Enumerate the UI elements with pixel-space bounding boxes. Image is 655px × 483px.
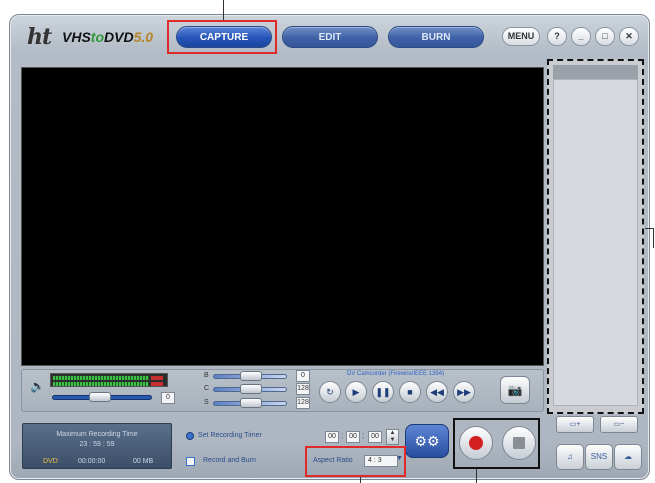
volume-slider[interactable]: [52, 392, 152, 402]
level-left-peak: [151, 376, 163, 380]
speaker-icon[interactable]: 🔊: [30, 379, 45, 393]
fast-forward-button[interactable]: ▶▶: [453, 381, 475, 403]
logo-version: 5.0: [133, 29, 154, 45]
elapsed-time: 00:00:00: [78, 458, 106, 465]
brightness-thumb[interactable]: [240, 371, 262, 381]
clip-list-area[interactable]: [553, 79, 638, 406]
level-left: [53, 376, 149, 380]
record-icon: [469, 436, 483, 450]
stop-icon: [513, 437, 525, 449]
recording-time-value: 23 : 59 : 59: [79, 441, 115, 448]
contrast-value: 128: [296, 383, 310, 395]
add-clip-button[interactable]: ▭+: [556, 416, 594, 433]
audio-level-meter: [50, 373, 168, 387]
record-button[interactable]: [459, 426, 493, 460]
settings-gear-icon[interactable]: ⚙⚙: [405, 424, 449, 458]
level-right: [53, 382, 149, 386]
cloud-icon[interactable]: ☁: [614, 444, 642, 470]
timer-sep: :: [362, 431, 365, 440]
stop-record-button[interactable]: [502, 426, 536, 460]
brightness-label: B: [204, 372, 209, 379]
saturation-thumb[interactable]: [240, 398, 262, 408]
menu-button[interactable]: MENU: [502, 27, 540, 46]
saturation-value: 128: [296, 397, 310, 409]
aspect-ratio-select[interactable]: 4 : 3: [364, 455, 398, 467]
contrast-thumb[interactable]: [240, 384, 262, 394]
timer-spin-button[interactable]: ▲ ▼: [386, 429, 399, 445]
callout-line: [360, 477, 361, 483]
volume-value: 0: [161, 392, 175, 404]
device-label: DV Camcorder (Firewire/IEEE 1394): [347, 371, 445, 377]
callout-line: [476, 469, 477, 483]
brightness-value: 0: [296, 370, 310, 382]
contrast-slider[interactable]: [213, 384, 287, 394]
clip-list-panel[interactable]: [547, 59, 644, 414]
rewind-button[interactable]: ◀◀: [426, 381, 448, 403]
level-right-peak: [151, 382, 163, 386]
snapshot-camera-icon[interactable]: 📷: [500, 376, 530, 404]
close-button[interactable]: ✕: [619, 27, 639, 46]
timer-minutes[interactable]: 00: [346, 431, 360, 443]
output-format: DVD: [43, 458, 58, 465]
refresh-button[interactable]: ↻: [319, 381, 341, 403]
set-timer-label: Set Recording Timer: [198, 432, 262, 439]
music-icon[interactable]: ♫: [556, 444, 584, 470]
callout-line: [653, 228, 654, 248]
volume-thumb[interactable]: [89, 392, 111, 402]
play-button[interactable]: ▶: [345, 381, 367, 403]
saturation-label: S: [204, 399, 209, 406]
timer-seconds[interactable]: 00: [368, 431, 382, 443]
logo-to: to: [90, 29, 105, 45]
pause-button[interactable]: ❚❚: [372, 381, 394, 403]
logo-dvd: DVD: [104, 29, 134, 45]
aspect-ratio-value: 4 : 3: [368, 457, 382, 464]
tab-capture[interactable]: CAPTURE: [176, 26, 272, 48]
recording-time-title: Maximum Recording Time: [56, 431, 138, 438]
saturation-slider[interactable]: [213, 398, 287, 408]
help-button[interactable]: ?: [547, 27, 567, 46]
record-burn-label: Record and Burn: [203, 457, 256, 464]
remove-clip-button[interactable]: ▭−: [600, 416, 638, 433]
chevron-down-icon[interactable]: ▼: [396, 455, 403, 462]
recording-time-panel: Maximum Recording Time 23 : 59 : 59 DVD …: [22, 423, 172, 469]
output-size: 00 MB: [133, 458, 154, 465]
app-logo: VHStoDVD5.0: [62, 29, 153, 45]
maximize-button[interactable]: □: [595, 27, 615, 46]
brightness-slider[interactable]: [213, 371, 287, 381]
sns-icon[interactable]: SNS: [585, 444, 613, 470]
callout-line: [223, 0, 224, 20]
stop-playback-button[interactable]: ■: [399, 381, 421, 403]
timer-sep: :: [341, 431, 344, 440]
tab-burn[interactable]: BURN: [388, 26, 484, 48]
set-timer-radio[interactable]: [186, 432, 194, 440]
minimize-button[interactable]: _: [571, 27, 591, 46]
record-burn-checkbox[interactable]: [186, 457, 195, 466]
video-preview: [21, 67, 544, 366]
clip-list-header: [553, 65, 638, 79]
contrast-label: C: [204, 385, 210, 392]
timer-hours[interactable]: 00: [325, 431, 339, 443]
app-logo-icon: ht: [27, 24, 52, 50]
logo-vhs: VHS: [62, 29, 91, 45]
tab-edit[interactable]: EDIT: [282, 26, 378, 48]
aspect-ratio-label: Aspect Ratio: [313, 457, 353, 464]
